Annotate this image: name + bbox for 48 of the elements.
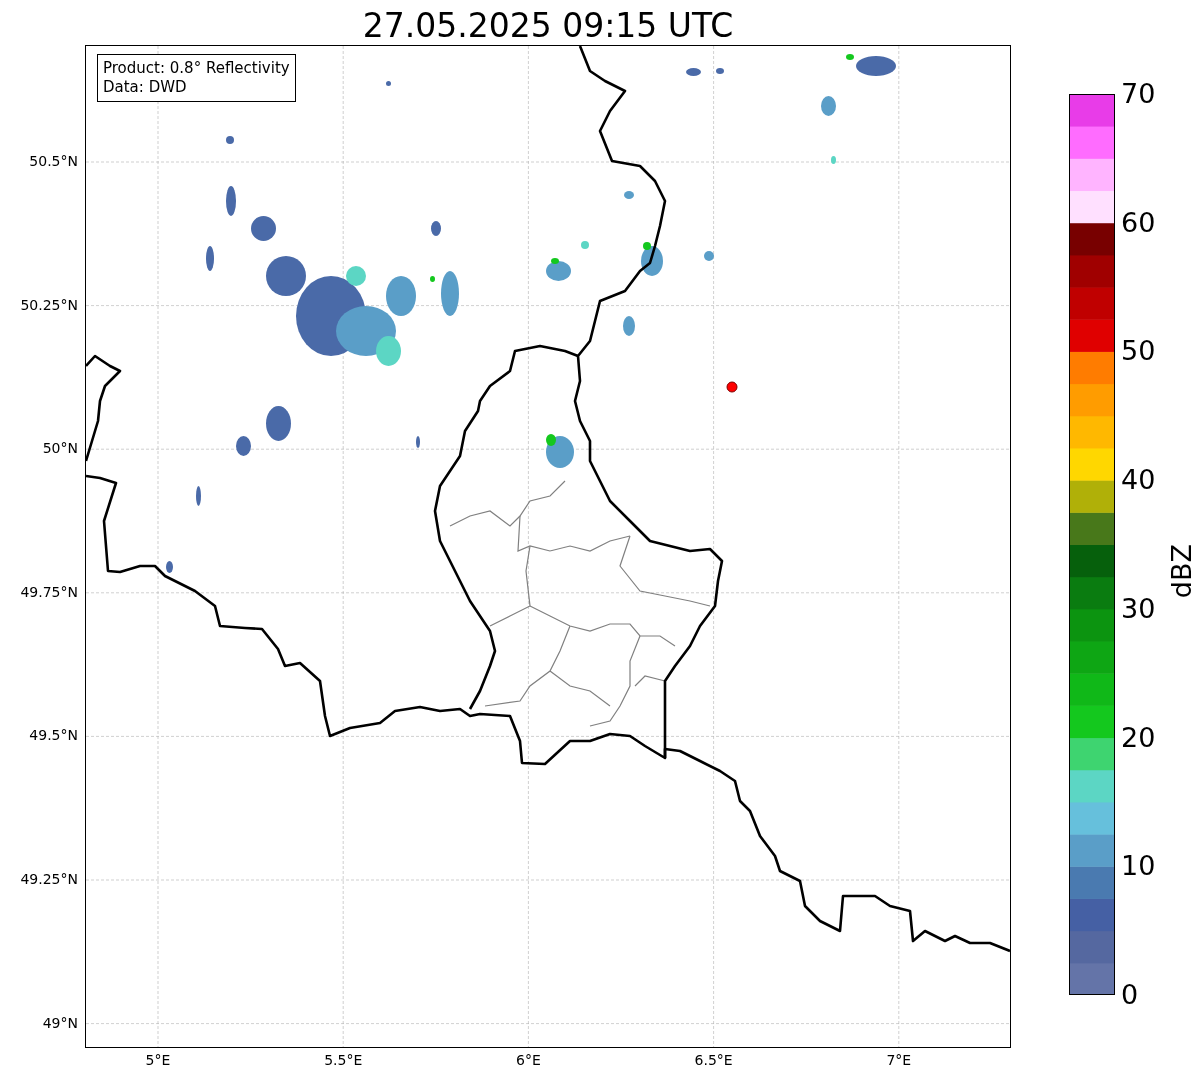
radar-echo <box>166 561 173 573</box>
info-text: Data: DWD <box>103 78 188 97</box>
colorbar-tick-label: 0 <box>1121 980 1139 1010</box>
radar-echo <box>431 221 441 236</box>
radar-echo <box>441 271 459 316</box>
colorbar-tick-label: 50 <box>1121 336 1156 367</box>
radar-echo <box>623 316 635 336</box>
radar-echo <box>236 436 251 456</box>
info-text: Product: 0.8° Reflectivity <box>103 59 290 78</box>
colorbar-tick-label: 20 <box>1121 722 1156 753</box>
longitude-label: 7°E <box>886 1052 912 1068</box>
longitude-label: 5°E <box>145 1052 171 1068</box>
latitude-label: 49.25°N <box>20 871 78 887</box>
radar-echo <box>206 246 214 271</box>
colorbar-label: dBZ <box>1166 543 1197 599</box>
colorbar-tick-label: 10 <box>1121 851 1156 882</box>
radar-echo <box>430 276 435 282</box>
radar-echo <box>846 54 854 60</box>
colorbar-tick-label: 60 <box>1121 207 1156 238</box>
radar-echo <box>856 56 896 76</box>
radar-echo <box>581 241 589 249</box>
colorbar-tick-label: 30 <box>1121 593 1156 624</box>
longitude-label: 6°E <box>516 1052 541 1068</box>
colorbar-tick-label: 70 <box>1121 79 1156 109</box>
radar-echo <box>686 68 701 76</box>
chart-title: 27.05.2025 09:15 UTC <box>361 5 735 45</box>
radar-echo <box>251 216 276 241</box>
latitude-label: 49.75°N <box>20 583 78 600</box>
radar-echo <box>624 191 634 199</box>
radar-echo <box>226 136 234 144</box>
latitude-label: 49°N <box>42 1014 78 1031</box>
latitude-label: 49.5°N <box>29 727 78 744</box>
radar-echo <box>821 96 836 116</box>
longitude-label: 6.5°E <box>694 1052 733 1068</box>
radar-echo <box>266 406 291 441</box>
latitude-label: 50.5°N <box>29 153 78 169</box>
colorbar-tick-label: 40 <box>1121 465 1156 496</box>
latitude-label: 50°N <box>42 440 78 457</box>
radar-echo <box>704 251 714 261</box>
radar-echo <box>716 68 724 74</box>
radar-echo <box>386 81 391 86</box>
radar-echo <box>831 156 836 164</box>
radar-echo <box>226 186 236 216</box>
radar-echo <box>196 486 201 506</box>
longitude-label: 5.5°E <box>324 1052 363 1068</box>
radar-echo <box>416 436 420 448</box>
latitude-label: 50.25°N <box>20 296 78 313</box>
location-marker <box>726 381 738 393</box>
